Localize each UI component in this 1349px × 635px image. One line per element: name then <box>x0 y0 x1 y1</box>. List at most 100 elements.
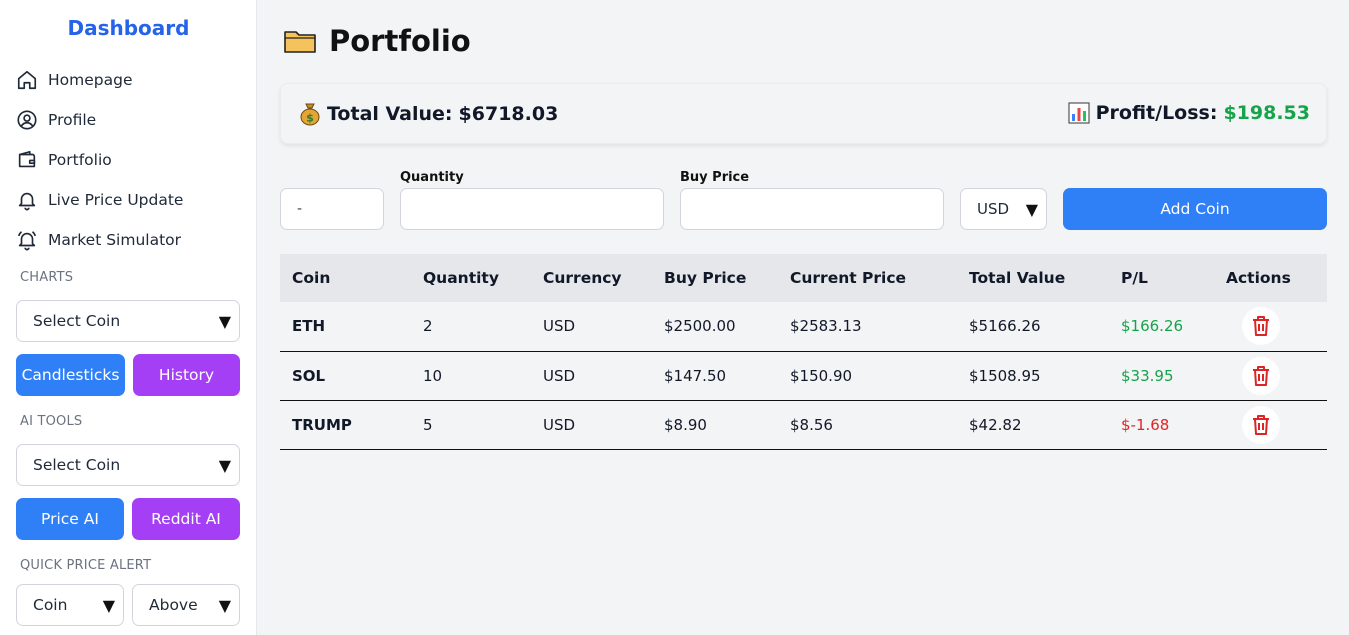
cell-current-price: $150.90 <box>778 351 957 401</box>
chevron-down-icon: ▼ <box>218 595 231 615</box>
bell-ring-icon <box>17 231 37 251</box>
home-icon <box>17 70 37 90</box>
cell-currency: USD <box>531 351 652 401</box>
column-header-pl: P/L <box>1121 269 1148 287</box>
coin-input[interactable]: - <box>280 188 384 230</box>
brand-title[interactable]: Dashboard <box>0 16 256 40</box>
column-header-current-price: Current Price <box>790 269 907 287</box>
cell-buy-price: $8.90 <box>652 400 778 450</box>
profit-loss: Profit/Loss: $198.53 <box>1068 102 1310 124</box>
table-row: TRUMP 5 USD $8.90 $8.56 $42.82 $-1.68 <box>280 400 1327 450</box>
chevron-down-icon: ▼ <box>102 595 115 615</box>
column-header-quantity: Quantity <box>423 269 499 287</box>
chevron-down-icon: ▼ <box>218 311 231 331</box>
ai-coin-select-value: Select Coin <box>33 456 121 474</box>
alert-coin-select[interactable]: Coin ▼ <box>16 584 124 626</box>
nav-market-simulator-label: Market Simulator <box>48 231 182 249</box>
column-header-currency: Currency <box>543 269 622 287</box>
nav-profile-label: Profile <box>48 111 97 129</box>
cell-actions <box>1214 351 1327 401</box>
cell-pl: $166.26 <box>1109 302 1214 352</box>
quantity-input[interactable] <box>400 188 664 230</box>
nav-live-price-update[interactable]: Live Price Update <box>16 186 183 214</box>
total-value-label: Total Value: <box>327 103 453 125</box>
table-row: SOL 10 USD $147.50 $150.90 $1508.95 $33.… <box>280 351 1327 401</box>
sidebar: Dashboard Homepage Profile Portfolio Liv… <box>0 0 257 635</box>
cell-buy-price: $2500.00 <box>652 302 778 352</box>
user-circle-icon <box>17 110 37 130</box>
buy-price-input[interactable] <box>680 188 944 230</box>
chevron-down-icon: ▼ <box>218 455 231 475</box>
reddit-ai-button[interactable]: Reddit AI <box>132 498 240 540</box>
cell-coin: SOL <box>280 351 411 401</box>
delete-button[interactable] <box>1242 307 1280 346</box>
table-row: ETH 2 USD $2500.00 $2583.13 $5166.26 $16… <box>280 302 1327 352</box>
total-value: $ Total Value: $6718.03 <box>299 102 558 126</box>
cell-total-value: $42.82 <box>957 400 1109 450</box>
page-title-text: Portfolio <box>329 24 471 58</box>
trash-icon <box>1253 316 1269 337</box>
cell-current-price: $8.56 <box>778 400 957 450</box>
quick-price-alert-label: QUICK PRICE ALERT <box>20 558 152 573</box>
cell-quantity: 10 <box>411 351 531 401</box>
ai-coin-select[interactable]: Select Coin ▼ <box>16 444 240 486</box>
ai-tools-section-label: AI TOOLS <box>20 414 83 429</box>
column-header-buy-price: Buy Price <box>664 269 747 287</box>
cell-current-price: $2583.13 <box>778 302 957 352</box>
cell-actions <box>1214 400 1327 450</box>
cell-quantity: 5 <box>411 400 531 450</box>
cell-currency: USD <box>531 400 652 450</box>
nav-profile[interactable]: Profile <box>16 106 96 134</box>
buy-price-label: Buy Price <box>680 170 750 185</box>
history-button[interactable]: History <box>133 354 240 396</box>
portfolio-table: Coin Quantity Currency Buy Price Current… <box>280 254 1327 450</box>
charts-coin-select[interactable]: Select Coin ▼ <box>16 300 240 342</box>
money-bag-icon: $ <box>300 103 320 126</box>
profit-loss-label: Profit/Loss: <box>1095 102 1218 124</box>
cell-actions <box>1214 302 1327 352</box>
nav-portfolio[interactable]: Portfolio <box>16 146 112 174</box>
profit-loss-amount: $198.53 <box>1223 102 1310 124</box>
delete-button[interactable] <box>1242 356 1280 395</box>
table-header-row: Coin Quantity Currency Buy Price Current… <box>280 254 1327 302</box>
bell-icon <box>18 192 36 211</box>
cell-pl: $33.95 <box>1109 351 1214 401</box>
cell-currency: USD <box>531 302 652 352</box>
alert-condition-select[interactable]: Above ▼ <box>132 584 240 626</box>
cell-pl: $-1.68 <box>1109 400 1214 450</box>
nav-homepage-label: Homepage <box>48 71 133 89</box>
charts-coin-select-value: Select Coin <box>33 312 121 330</box>
page-title: Portfolio <box>283 24 471 58</box>
add-coin-button[interactable]: Add Coin <box>1063 188 1327 230</box>
nav-portfolio-label: Portfolio <box>48 151 112 169</box>
folder-icon <box>284 31 316 53</box>
cell-buy-price: $147.50 <box>652 351 778 401</box>
nav-homepage[interactable]: Homepage <box>16 66 133 94</box>
chevron-down-icon: ▼ <box>1025 199 1038 219</box>
cell-quantity: 2 <box>411 302 531 352</box>
portfolio-summary: $ Total Value: $6718.03 Profit/Loss: $19… <box>280 83 1327 144</box>
svg-text:$: $ <box>306 112 314 125</box>
total-value-amount: $6718.03 <box>458 103 559 125</box>
wallet-icon <box>18 150 36 168</box>
delete-button[interactable] <box>1242 405 1280 444</box>
currency-select[interactable]: USD ▼ <box>960 188 1047 230</box>
alert-coin-select-value: Coin <box>33 596 68 614</box>
nav-market-simulator[interactable]: Market Simulator <box>16 226 181 254</box>
column-header-total-value: Total Value <box>969 269 1066 287</box>
alert-condition-select-value: Above <box>149 596 198 614</box>
charts-section-label: CHARTS <box>20 270 74 285</box>
nav-live-price-update-label: Live Price Update <box>48 191 184 209</box>
currency-select-value: USD <box>977 200 1010 218</box>
cell-total-value: $5166.26 <box>957 302 1109 352</box>
price-ai-button[interactable]: Price AI <box>16 498 124 540</box>
column-header-coin: Coin <box>292 269 331 287</box>
table-header: Coin Quantity Currency Buy Price Current… <box>280 254 1327 302</box>
quantity-label: Quantity <box>400 170 464 185</box>
cell-total-value: $1508.95 <box>957 351 1109 401</box>
cell-coin: TRUMP <box>280 400 411 450</box>
candlesticks-button[interactable]: Candlesticks <box>16 354 125 396</box>
column-header-actions: Actions <box>1226 269 1291 287</box>
cell-coin: ETH <box>280 302 411 352</box>
trash-icon <box>1253 365 1269 386</box>
